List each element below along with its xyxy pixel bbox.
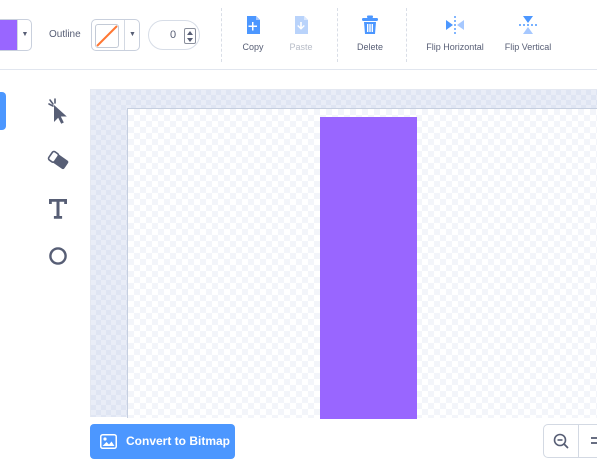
paint-canvas[interactable] [90,89,597,419]
flip-vertical-label: Flip Vertical [504,42,552,52]
stepper-down-icon[interactable] [187,38,193,42]
zoom-reset-button[interactable] [579,425,597,457]
fill-color-picker[interactable]: ▼ [0,19,32,51]
eraser-tool[interactable] [43,145,73,175]
fill-dropdown-caret-icon[interactable]: ▼ [18,20,31,50]
zoom-out-button[interactable] [544,425,578,457]
select-arrow-icon [48,98,67,124]
image-icon [100,434,117,449]
copy-label: Copy [242,42,264,52]
zoom-reset-icon [591,437,597,444]
text-tool[interactable] [43,193,73,223]
paste-icon [295,16,308,34]
outline-dropdown-caret-icon[interactable]: ▼ [125,20,139,50]
eraser-icon [47,150,69,170]
paste-label: Paste [289,42,313,52]
toolbar-separator [221,8,222,62]
purple-rectangle-shape[interactable] [320,117,417,419]
delete-label: Delete [356,42,383,52]
trash-icon [362,15,378,34]
stroke-width-input[interactable]: 0 [148,20,200,50]
zoom-controls [543,424,597,458]
select-tool[interactable] [43,96,73,126]
flip-horizontal-label: Flip Horizontal [426,42,484,52]
stroke-width-stepper[interactable] [184,28,196,44]
text-icon [49,199,67,219]
outline-label: Outline [49,29,81,40]
flip-vertical-button[interactable]: Flip Vertical [498,14,558,52]
active-tool-indicator [0,92,6,130]
outline-color-picker[interactable]: ▼ [91,19,140,51]
zoom-out-icon [553,433,569,449]
no-color-icon [96,25,118,47]
stepper-up-icon[interactable] [187,31,193,35]
stage-area[interactable] [127,108,597,419]
toolbar: ▼ Outline ▼ 0 Copy Paste Delete Flip Hor… [0,0,597,70]
flip-horizontal-button[interactable]: Flip Horizontal [418,14,492,52]
paste-button[interactable]: Paste [285,14,317,52]
flip-vertical-icon [519,16,537,34]
toolbar-separator [406,8,407,62]
outline-no-color-swatch[interactable] [95,24,119,48]
flip-horizontal-icon [446,16,464,34]
circle-icon [49,247,67,265]
toolbar-divider [0,69,597,70]
copy-button[interactable]: Copy [238,14,268,52]
convert-to-bitmap-label: Convert to Bitmap [126,434,231,448]
convert-to-bitmap-button[interactable]: Convert to Bitmap [90,424,235,459]
delete-button[interactable]: Delete [352,14,388,52]
copy-icon [247,16,260,34]
toolbar-separator [337,8,338,62]
stroke-width-value[interactable]: 0 [165,21,181,49]
circle-tool[interactable] [43,241,73,271]
fill-color-swatch[interactable] [0,20,17,50]
